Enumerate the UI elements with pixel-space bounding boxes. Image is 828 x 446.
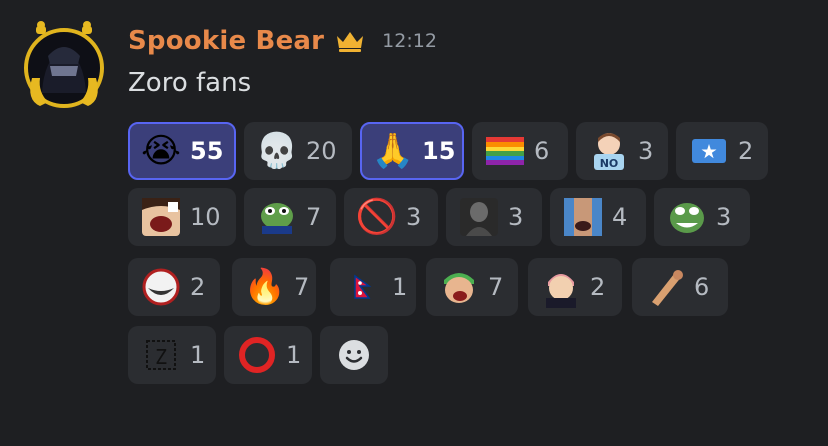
- loudly-crying-face-icon: 😭: [141, 131, 181, 171]
- timestamp: 12:12: [382, 30, 437, 52]
- reaction-count: 1: [190, 341, 206, 369]
- reaction-count: 3: [508, 203, 524, 231]
- hollow-red-circle-icon: [236, 334, 278, 376]
- reaction-custom-zoro-face[interactable]: 7: [426, 258, 518, 316]
- reaction-count: 7: [294, 273, 310, 301]
- screaming-anime-face-icon: [140, 196, 182, 238]
- reaction-count: 4: [612, 203, 628, 231]
- prohibited-icon: 🚫: [355, 197, 399, 237]
- reaction-custom-pepe-grin[interactable]: 3: [654, 188, 750, 246]
- reaction-count: 55: [190, 137, 224, 165]
- reaction-custom-pepe-frog[interactable]: 7: [244, 188, 336, 246]
- pepe-frog-icon: [256, 196, 298, 238]
- add-reaction-button[interactable]: [320, 326, 388, 384]
- reaction-custom-troll-face[interactable]: 2: [128, 258, 220, 316]
- avatar-image: [24, 21, 104, 108]
- reaction-count: 10: [190, 203, 221, 231]
- reaction-hollow-red-circle[interactable]: 1: [224, 326, 312, 384]
- crying-man-icon: [562, 196, 604, 238]
- rainbow-flag-icon: [484, 130, 526, 172]
- reaction-folded-hands[interactable]: 🙏 15: [360, 122, 464, 180]
- flag-somalia-icon: [688, 130, 730, 172]
- anime-boy-icon: [540, 266, 582, 308]
- message-text: Zoro fans: [128, 68, 252, 98]
- reaction-fire[interactable]: 🔥 7: [232, 258, 316, 316]
- svg-text:NO: NO: [600, 157, 619, 170]
- username[interactable]: Spookie Bear: [128, 26, 324, 56]
- pepe-grin-icon: [666, 196, 708, 238]
- reaction-count: 1: [392, 273, 408, 301]
- skull-icon: 💀: [255, 131, 299, 171]
- z-box-icon: Z: [140, 334, 182, 376]
- fire-icon: 🔥: [243, 267, 287, 307]
- reaction-count: 2: [590, 273, 606, 301]
- reaction-prohibited[interactable]: 🚫 3: [344, 188, 438, 246]
- reaction-count: 20: [306, 137, 337, 165]
- reaction-count: 3: [406, 203, 422, 231]
- avatar[interactable]: [22, 18, 106, 116]
- folded-hands-icon: 🙏: [371, 131, 415, 171]
- dark-character-icon: [458, 196, 500, 238]
- reaction-count: 1: [286, 341, 302, 369]
- add-reaction-smiley-icon: [333, 334, 375, 376]
- reaction-loudly-crying-face[interactable]: 😭 55: [128, 122, 236, 180]
- reaction-count: 2: [190, 273, 206, 301]
- reaction-custom-z-box[interactable]: Z 1: [128, 326, 216, 384]
- reaction-count: 7: [488, 273, 504, 301]
- reaction-skull[interactable]: 💀 20: [244, 122, 352, 180]
- reaction-flag-somalia[interactable]: 2: [676, 122, 768, 180]
- reaction-count: 3: [716, 203, 732, 231]
- reaction-custom-brown-object[interactable]: 6: [632, 258, 728, 316]
- reaction-count: 7: [306, 203, 322, 231]
- crown-icon: [334, 28, 366, 54]
- flag-nepal-icon: [342, 266, 384, 308]
- reaction-custom-screaming-anime-face[interactable]: 10: [128, 188, 236, 246]
- reaction-custom-anime-no-sign[interactable]: NO 3: [576, 122, 668, 180]
- reaction-count: 6: [694, 273, 710, 301]
- svg-text:Z: Z: [155, 345, 167, 369]
- reaction-count: 6: [534, 137, 550, 165]
- message-header: Spookie Bear 12:12: [128, 26, 437, 56]
- reaction-count: 3: [638, 137, 654, 165]
- troll-face-icon: [140, 266, 182, 308]
- reaction-rainbow-flag[interactable]: 6: [472, 122, 568, 180]
- reaction-custom-crying-man[interactable]: 4: [550, 188, 646, 246]
- reaction-custom-dark-character[interactable]: 3: [446, 188, 542, 246]
- reaction-custom-anime-boy[interactable]: 2: [528, 258, 622, 316]
- zoro-face-icon: [438, 266, 480, 308]
- reaction-count: 2: [738, 137, 754, 165]
- reaction-flag-nepal[interactable]: 1: [330, 258, 416, 316]
- reaction-count: 15: [422, 137, 456, 165]
- brown-object-icon: [644, 266, 686, 308]
- anime-no-sign-icon: NO: [588, 130, 630, 172]
